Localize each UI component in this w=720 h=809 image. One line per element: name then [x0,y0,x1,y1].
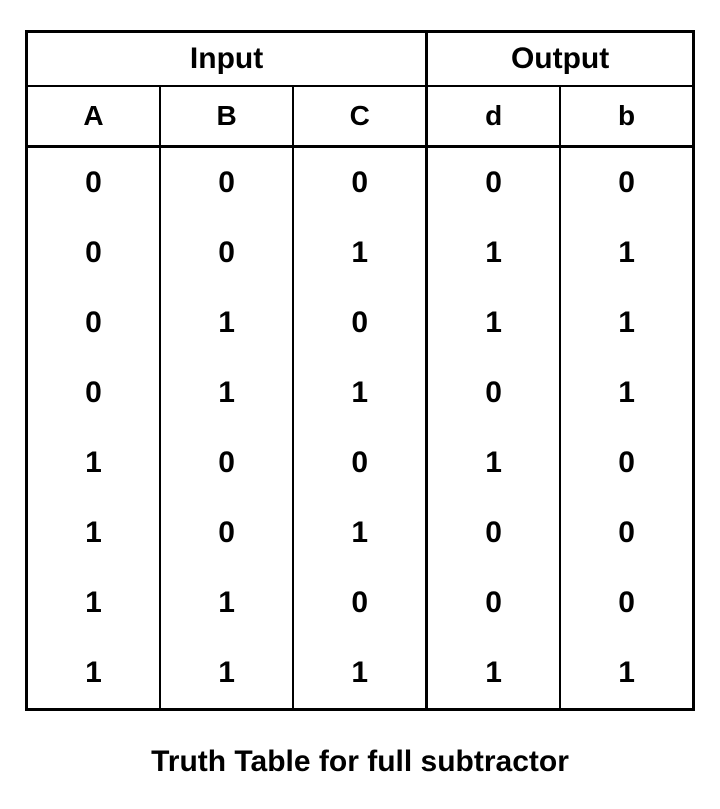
table-row: 0 0 0 0 0 [27,147,694,219]
cell-C: 0 [293,428,426,498]
table-caption: Truth Table for full subtractor [25,745,695,779]
cell-B: 1 [160,288,293,358]
cell-C: 1 [293,498,426,568]
cell-A: 0 [27,358,160,428]
cell-C: 1 [293,638,426,710]
table-row: 1 1 1 1 1 [27,638,694,710]
group-header-row: Input Output [27,32,694,87]
cell-d: 0 [427,147,560,219]
cell-b: 1 [560,288,693,358]
col-header-d: d [427,86,560,147]
cell-b: 0 [560,568,693,638]
truth-table-container: Input Output A B C d b 0 0 0 0 0 0 0 [25,30,695,779]
cell-d: 1 [427,638,560,710]
cell-A: 0 [27,218,160,288]
table-row: 1 0 0 1 0 [27,428,694,498]
cell-A: 1 [27,568,160,638]
cell-B: 0 [160,428,293,498]
cell-A: 0 [27,147,160,219]
cell-B: 1 [160,638,293,710]
cell-C: 0 [293,147,426,219]
column-header-row: A B C d b [27,86,694,147]
cell-b: 0 [560,498,693,568]
col-header-C: C [293,86,426,147]
cell-B: 1 [160,568,293,638]
table-row: 0 1 0 1 1 [27,288,694,358]
cell-A: 0 [27,288,160,358]
cell-A: 1 [27,428,160,498]
cell-b: 0 [560,428,693,498]
cell-d: 0 [427,568,560,638]
cell-B: 0 [160,147,293,219]
cell-b: 0 [560,147,693,219]
cell-A: 1 [27,498,160,568]
table-row: 1 1 0 0 0 [27,568,694,638]
cell-B: 0 [160,218,293,288]
group-header-output: Output [427,32,694,87]
cell-b: 1 [560,638,693,710]
table-body: 0 0 0 0 0 0 0 1 1 1 0 1 0 1 1 0 [27,147,694,710]
truth-table: Input Output A B C d b 0 0 0 0 0 0 0 [25,30,695,711]
cell-A: 1 [27,638,160,710]
cell-B: 0 [160,498,293,568]
table-row: 0 0 1 1 1 [27,218,694,288]
cell-d: 1 [427,218,560,288]
cell-d: 0 [427,498,560,568]
cell-b: 1 [560,358,693,428]
col-header-b: b [560,86,693,147]
table-row: 1 0 1 0 0 [27,498,694,568]
table-row: 0 1 1 0 1 [27,358,694,428]
cell-B: 1 [160,358,293,428]
cell-C: 0 [293,288,426,358]
cell-d: 0 [427,358,560,428]
cell-b: 1 [560,218,693,288]
cell-C: 0 [293,568,426,638]
group-header-input: Input [27,32,427,87]
cell-C: 1 [293,218,426,288]
cell-C: 1 [293,358,426,428]
col-header-B: B [160,86,293,147]
cell-d: 1 [427,428,560,498]
cell-d: 1 [427,288,560,358]
col-header-A: A [27,86,160,147]
